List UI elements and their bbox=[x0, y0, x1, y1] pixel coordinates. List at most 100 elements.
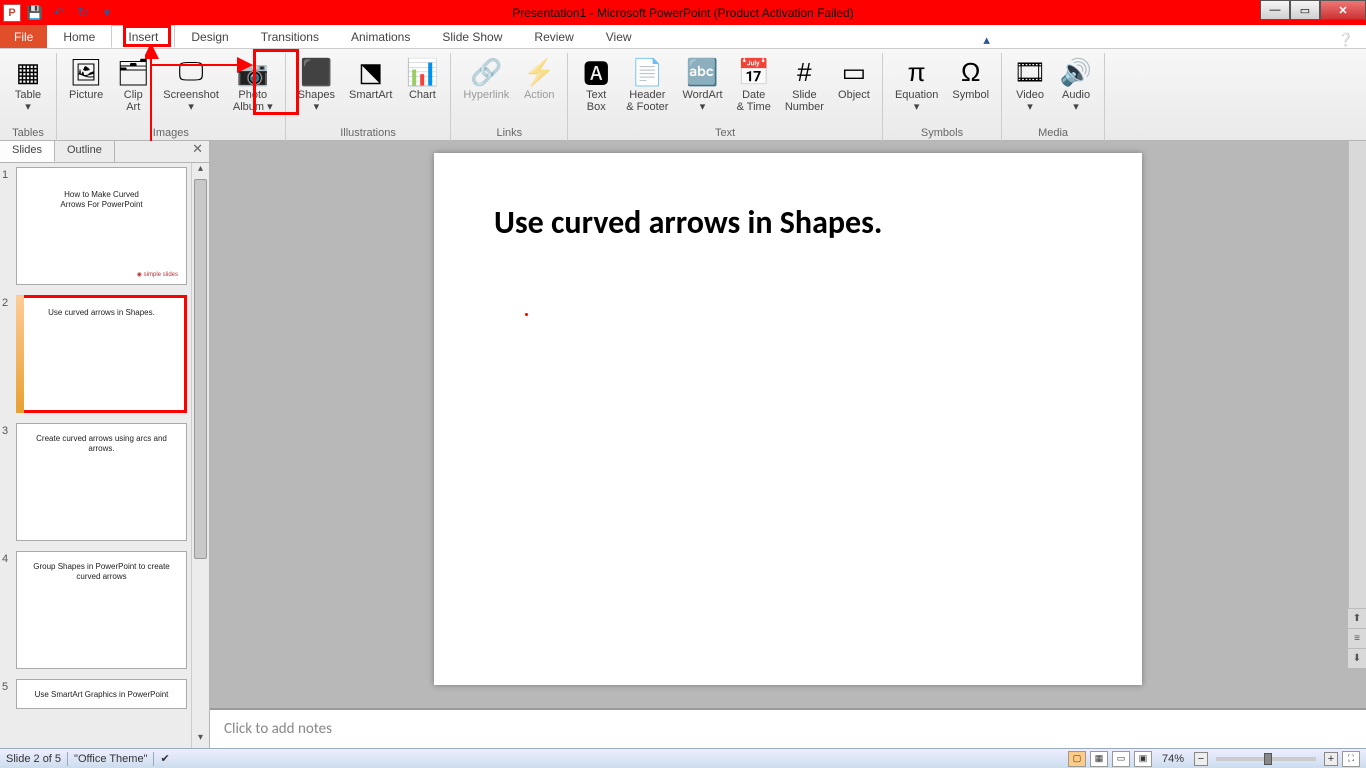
thumbnail-1[interactable]: How to Make Curved Arrows For PowerPoint… bbox=[16, 167, 187, 285]
editor-scrollbar[interactable] bbox=[1348, 141, 1366, 648]
close-button[interactable]: ✕ bbox=[1320, 0, 1366, 20]
view-slideshow[interactable]: ▣ bbox=[1134, 751, 1152, 767]
status-theme: "Office Theme" bbox=[74, 753, 147, 765]
prev-slide-button[interactable]: ⬆ bbox=[1348, 608, 1366, 628]
thumbnail-3[interactable]: Create curved arrows using arcs and arro… bbox=[16, 423, 187, 541]
slide-title[interactable]: Use curved arrows in Shapes. bbox=[494, 203, 1082, 242]
help-button[interactable]: ❔ bbox=[1334, 32, 1358, 48]
clipart-button[interactable]: 🗂Clip Art bbox=[111, 53, 155, 127]
symbol-button[interactable]: ΩSymbol bbox=[946, 53, 995, 127]
group-label-links: Links bbox=[457, 127, 561, 141]
wordart-icon: 🔤 bbox=[687, 56, 719, 88]
picture-button[interactable]: 🖼Picture bbox=[63, 53, 109, 127]
slides-tab[interactable]: Slides bbox=[0, 141, 55, 162]
photoalbum-button[interactable]: 📷Photo Album ▾ bbox=[227, 53, 279, 127]
zoom-out[interactable]: − bbox=[1194, 752, 1208, 766]
notes-pane[interactable]: Click to add notes bbox=[210, 708, 1366, 748]
maximize-button[interactable]: ▭ bbox=[1290, 0, 1320, 20]
qat-save[interactable]: 💾 bbox=[25, 3, 45, 23]
status-bar: Slide 2 of 5 "Office Theme" ✔ ▢ ▦ ▭ ▣ 74… bbox=[0, 748, 1366, 768]
group-label-text: Text bbox=[574, 127, 876, 141]
tab-insert[interactable]: Insert bbox=[111, 25, 175, 48]
next-slide-button[interactable]: ⬇ bbox=[1348, 648, 1366, 668]
tab-file[interactable]: File bbox=[0, 25, 47, 48]
tab-animations[interactable]: Animations bbox=[335, 25, 426, 48]
thumbnail-4[interactable]: Group Shapes in PowerPoint to create cur… bbox=[16, 551, 187, 669]
zoom-value: 74% bbox=[1162, 753, 1184, 765]
thumbnails: 1 How to Make Curved Arrows For PowerPoi… bbox=[0, 163, 191, 748]
app-icon: P bbox=[3, 4, 21, 22]
tab-home[interactable]: Home bbox=[47, 25, 111, 48]
minimize-button[interactable]: — bbox=[1260, 0, 1290, 20]
hyperlink-icon: 🔗 bbox=[470, 56, 502, 88]
slidenumber-button[interactable]: #Slide Number bbox=[779, 53, 830, 127]
shapes-button[interactable]: ⬛Shapes ▾ bbox=[292, 53, 341, 127]
headerfooter-button[interactable]: 📄Header & Footer bbox=[620, 53, 674, 127]
ribbon-tabbar: File Home Insert Design Transitions Anim… bbox=[0, 25, 1366, 49]
group-label-tables: Tables bbox=[6, 127, 50, 141]
qat-customize[interactable]: ▾ bbox=[97, 3, 117, 23]
symbol-icon: Ω bbox=[955, 56, 987, 88]
view-reading[interactable]: ▭ bbox=[1112, 751, 1130, 767]
workspace: Slides Outline ✕ 1 How to Make Curved Ar… bbox=[0, 141, 1366, 748]
title-bar: P 💾 ↶ ↻ ▾ Presentation1 - Microsoft Powe… bbox=[0, 0, 1366, 25]
wordart-button[interactable]: 🔤WordArt ▾ bbox=[676, 53, 728, 127]
group-label-illustrations: Illustrations bbox=[292, 127, 445, 141]
qat-undo[interactable]: ↶ bbox=[49, 3, 69, 23]
view-sorter[interactable]: ▦ bbox=[1090, 751, 1108, 767]
slide-canvas[interactable]: Use curved arrows in Shapes. bbox=[434, 153, 1142, 685]
zoom-fit[interactable]: ⛶ bbox=[1342, 751, 1360, 767]
tab-review[interactable]: Review bbox=[518, 25, 589, 48]
tab-transitions[interactable]: Transitions bbox=[245, 25, 335, 48]
slide-editor: Use curved arrows in Shapes. ⬆ ≡ ⬇ Click… bbox=[210, 141, 1366, 748]
equation-icon: π bbox=[901, 56, 933, 88]
picture-icon: 🖼 bbox=[70, 56, 102, 88]
screenshot-button[interactable]: 🖵Screenshot ▾ bbox=[157, 53, 225, 127]
group-label-media: Media bbox=[1008, 127, 1098, 141]
tab-slideshow[interactable]: Slide Show bbox=[426, 25, 518, 48]
outline-tab[interactable]: Outline bbox=[55, 141, 115, 162]
action-button: ⚡Action bbox=[517, 53, 561, 127]
tab-design[interactable]: Design bbox=[175, 25, 244, 48]
panel-close[interactable]: ✕ bbox=[186, 141, 209, 162]
audio-button[interactable]: 🔊Audio ▾ bbox=[1054, 53, 1098, 127]
table-icon: ▦ bbox=[12, 56, 44, 88]
video-button[interactable]: 🎞Video ▾ bbox=[1008, 53, 1052, 127]
datetime-button[interactable]: 📅Date & Time bbox=[731, 53, 777, 127]
action-icon: ⚡ bbox=[523, 56, 555, 88]
equation-button[interactable]: πEquation ▾ bbox=[889, 53, 944, 127]
view-normal[interactable]: ▢ bbox=[1068, 751, 1086, 767]
clipart-icon: 🗂 bbox=[117, 56, 149, 88]
panel-scrollbar[interactable]: ▴ ▾ bbox=[191, 163, 209, 748]
smartart-icon: ⬔ bbox=[355, 56, 387, 88]
thumbnail-2[interactable]: Use curved arrows in Shapes. bbox=[16, 295, 187, 413]
status-spell-icon[interactable]: ✔ bbox=[160, 752, 169, 765]
annotation-dot bbox=[525, 313, 528, 316]
tab-view[interactable]: View bbox=[590, 25, 648, 48]
textbox-button[interactable]: 🅰Text Box bbox=[574, 53, 618, 127]
ribbon: ▦Table ▾ Tables 🖼Picture 🗂Clip Art 🖵Scre… bbox=[0, 49, 1366, 141]
chart-button[interactable]: 📊Chart bbox=[400, 53, 444, 127]
nav-menu-button[interactable]: ≡ bbox=[1348, 628, 1366, 648]
slidenumber-icon: # bbox=[788, 56, 820, 88]
headerfooter-icon: 📄 bbox=[631, 56, 663, 88]
datetime-icon: 📅 bbox=[738, 56, 770, 88]
window-title: Presentation1 - Microsoft PowerPoint (Pr… bbox=[512, 6, 853, 20]
qat-redo[interactable]: ↻ bbox=[73, 3, 93, 23]
ribbon-minimize[interactable]: ▴ bbox=[979, 32, 994, 48]
status-slide: Slide 2 of 5 bbox=[6, 753, 61, 765]
chart-icon: 📊 bbox=[406, 56, 438, 88]
video-icon: 🎞 bbox=[1014, 56, 1046, 88]
table-button[interactable]: ▦Table ▾ bbox=[6, 53, 50, 127]
shapes-icon: ⬛ bbox=[300, 56, 332, 88]
object-button[interactable]: ▭Object bbox=[832, 53, 876, 127]
screenshot-icon: 🖵 bbox=[175, 56, 207, 88]
zoom-in[interactable]: + bbox=[1324, 752, 1338, 766]
smartart-button[interactable]: ⬔SmartArt bbox=[343, 53, 398, 127]
zoom-slider[interactable] bbox=[1216, 757, 1316, 761]
group-label-images: Images bbox=[63, 127, 279, 141]
slides-panel: Slides Outline ✕ 1 How to Make Curved Ar… bbox=[0, 141, 210, 748]
thumbnail-5[interactable]: Use SmartArt Graphics in PowerPoint bbox=[16, 679, 187, 709]
audio-icon: 🔊 bbox=[1060, 56, 1092, 88]
textbox-icon: 🅰 bbox=[580, 56, 612, 88]
